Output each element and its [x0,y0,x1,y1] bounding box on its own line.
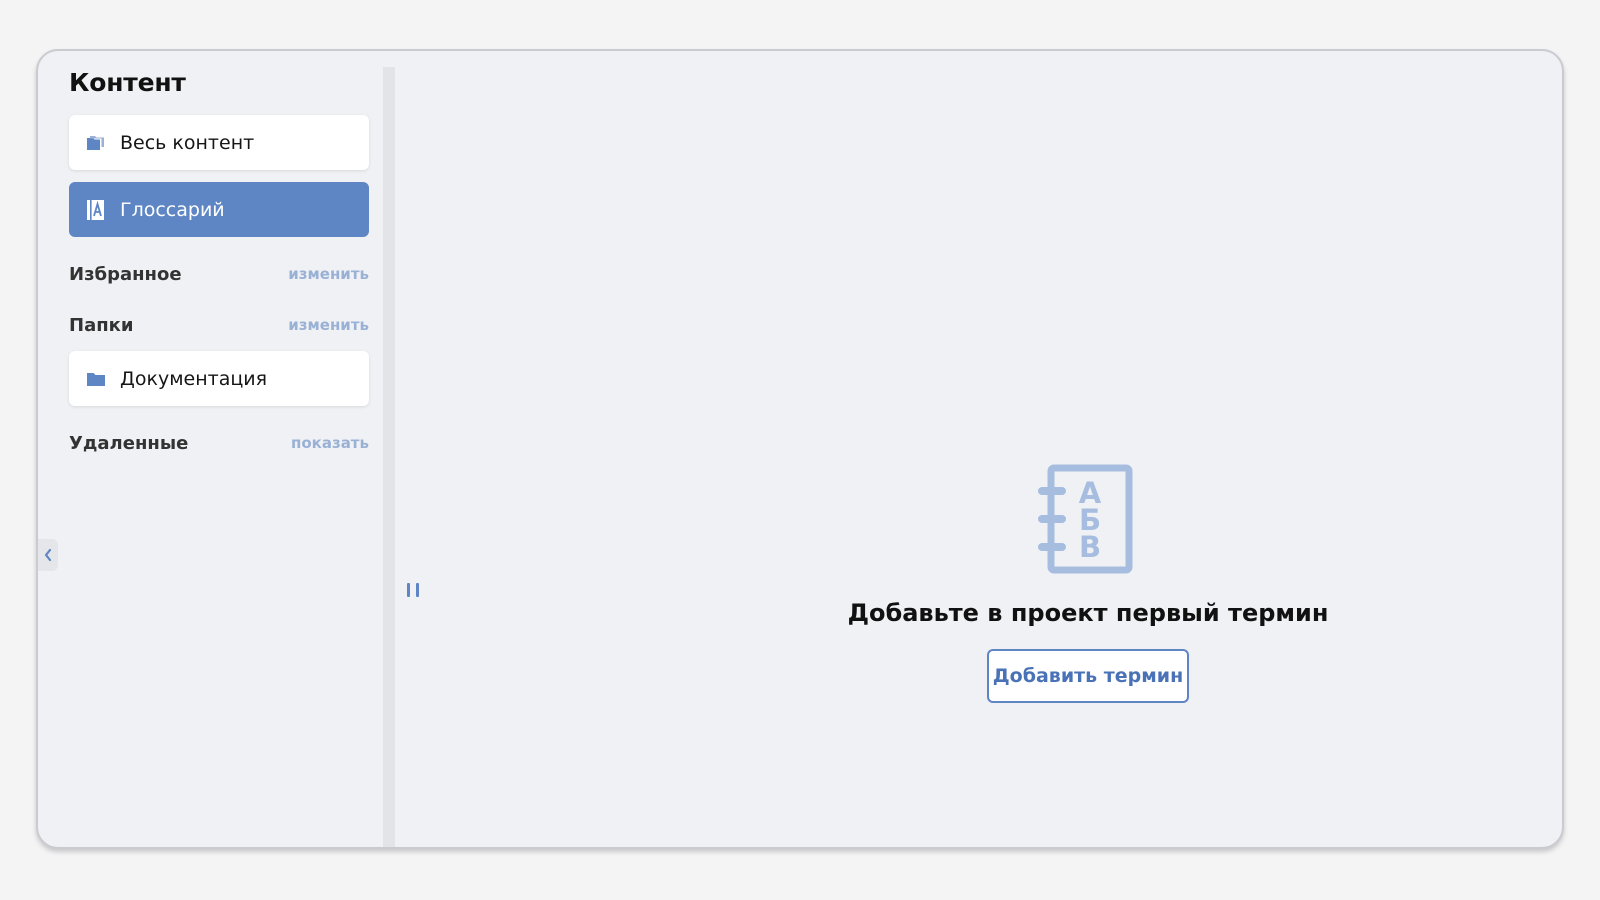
illustration-letter: В [1079,530,1101,564]
resize-handle-bar [407,583,410,597]
panel-divider [383,67,395,847]
folder-icon [87,372,105,386]
sidebar-item-label: Глоссарий [120,198,225,221]
folder-item-label: Документация [120,367,268,390]
glossary-book-icon [87,199,104,220]
collapse-sidebar-button[interactable] [38,539,58,571]
resize-handle-bar [416,583,419,597]
empty-state: А Б В Добавьте в проект первый термин До… [838,463,1338,703]
sidebar-item-all-content[interactable]: Весь контент [69,115,369,170]
folder-item-documentation[interactable]: Документация [69,351,369,406]
deleted-show-link[interactable]: показать [291,434,369,452]
favorites-title: Избранное [69,263,182,285]
folders-edit-link[interactable]: изменить [288,316,369,334]
sidebar-item-glossary[interactable]: Глоссарий [69,182,369,237]
stack-folder-icon [87,135,104,150]
sidebar-title: Контент [69,68,186,97]
empty-state-title: Добавьте в проект первый термин [847,599,1329,627]
chevron-left-icon [44,548,52,562]
favorites-section-header: Избранное изменить [69,262,369,286]
deleted-title: Удаленные [69,432,189,454]
folders-section-header: Папки изменить [69,313,369,337]
app-window: Контент Весь контент Глоссарий Избранное… [36,49,1564,849]
folders-title: Папки [69,314,134,336]
deleted-section-header: Удаленные показать [69,431,369,455]
resize-handle[interactable] [407,583,419,597]
add-term-button[interactable]: Добавить термин [987,649,1189,703]
favorites-edit-link[interactable]: изменить [288,265,369,283]
sidebar-item-label: Весь контент [120,131,255,154]
glossary-abc-icon: А Б В [1038,464,1133,574]
sidebar: Контент Весь контент Глоссарий Избранное… [69,65,369,454]
